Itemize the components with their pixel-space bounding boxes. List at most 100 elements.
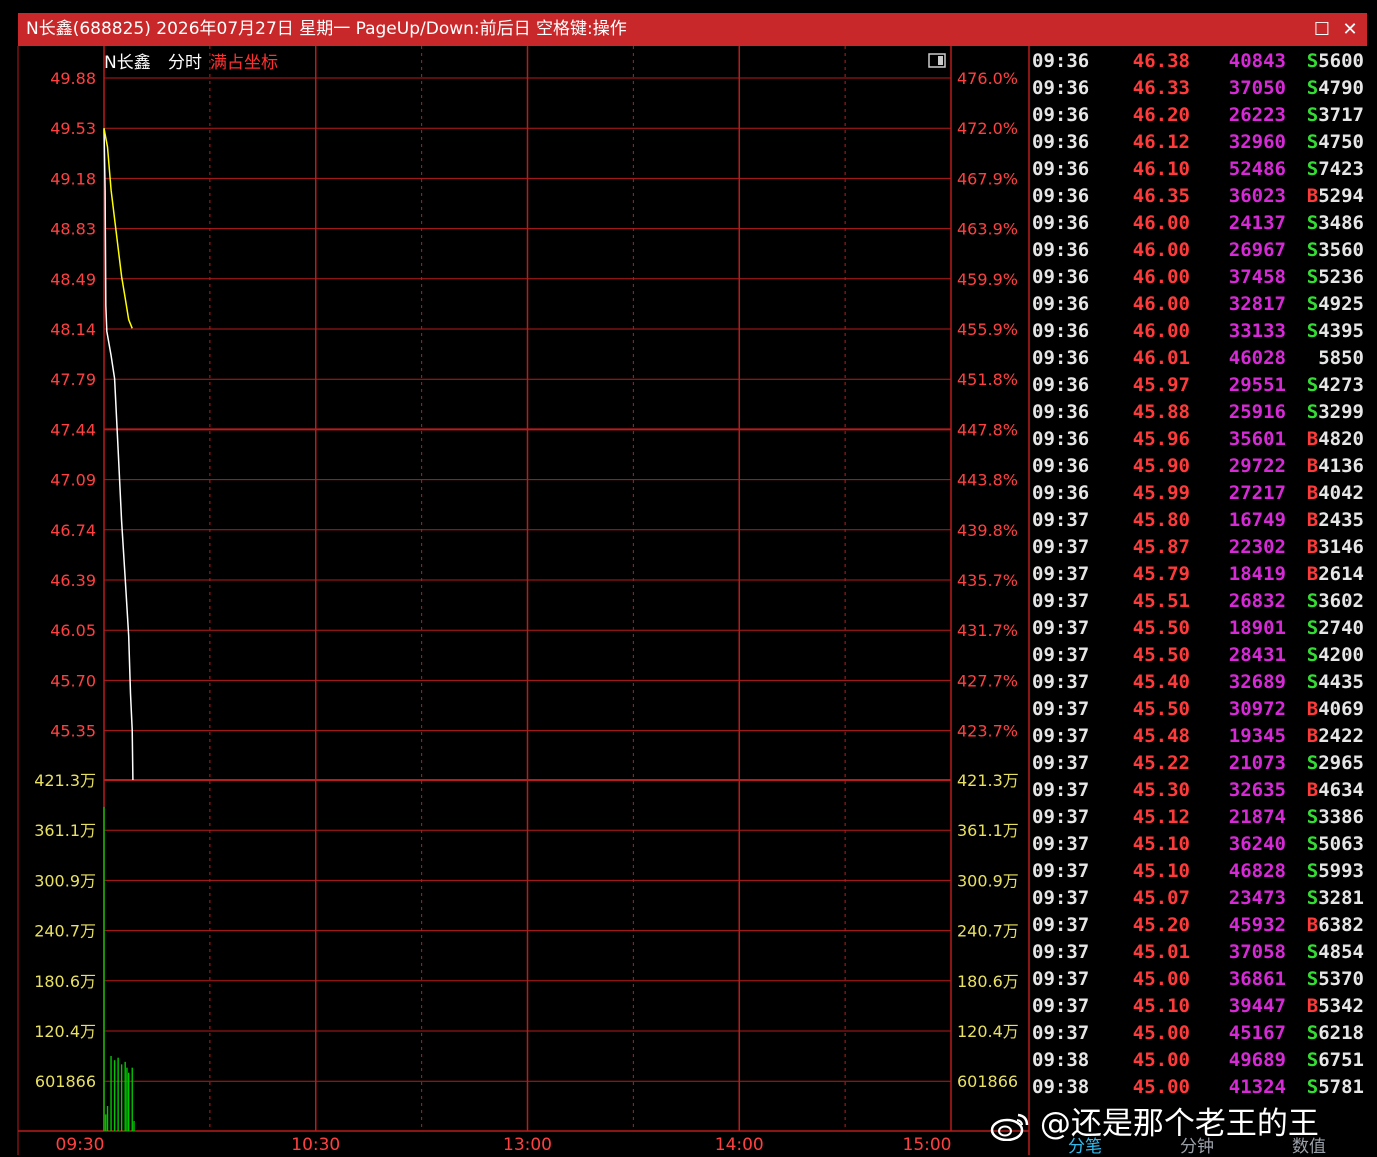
tick-bs: B4069 xyxy=(1306,698,1364,720)
price-tick-label: 45.35 xyxy=(50,722,96,741)
pct-tick-label: 472.0% xyxy=(957,119,1018,138)
tick-time: 09:36 xyxy=(1032,104,1090,126)
tick-bs: B4634 xyxy=(1306,779,1364,801)
volume-tick-label: 240.7万 xyxy=(34,922,96,941)
tick-price: 45.01 xyxy=(1132,941,1190,963)
tick-volume: 25916 xyxy=(1228,401,1286,423)
tick-time: 09:36 xyxy=(1032,50,1090,72)
tick-row: 09:37 45.50 30972 B4069 xyxy=(1030,696,1370,723)
tick-volume: 40843 xyxy=(1228,50,1286,72)
tick-bs: S7423 xyxy=(1306,158,1364,180)
tick-row: 09:37 45.22 21073 S2965 xyxy=(1030,750,1370,777)
tick-volume: 21073 xyxy=(1228,752,1286,774)
tick-bs: S4854 xyxy=(1306,941,1364,963)
tick-price: 46.35 xyxy=(1132,185,1190,207)
tick-time: 09:37 xyxy=(1032,509,1090,531)
tick-volume: 32689 xyxy=(1228,671,1286,693)
price-tick-label: 46.74 xyxy=(50,521,96,540)
tick-bs: B2422 xyxy=(1306,725,1364,747)
close-icon[interactable]: ✕ xyxy=(1336,13,1364,46)
pct-tick-label: 435.7% xyxy=(957,571,1018,590)
pct-tick-label: 443.8% xyxy=(957,471,1018,490)
tick-bs: S4273 xyxy=(1306,374,1364,396)
tick-price: 45.50 xyxy=(1132,644,1190,666)
tick-bs: S5370 xyxy=(1306,968,1364,990)
maximize-icon[interactable]: ☐ xyxy=(1308,13,1336,46)
tick-row: 09:37 45.79 18419 B2614 xyxy=(1030,561,1370,588)
volume-tick-label: 120.4万 xyxy=(34,1022,96,1041)
volume-tick-label-right: 361.1万 xyxy=(957,821,1019,840)
tick-bs: S4925 xyxy=(1306,293,1364,315)
pct-tick-label: 451.8% xyxy=(957,370,1018,389)
volume-tick-label-right: 180.6万 xyxy=(957,972,1019,991)
tick-row: 09:36 45.88 25916 S3299 xyxy=(1030,399,1370,426)
tick-bs: B2614 xyxy=(1306,563,1364,585)
tick-price: 45.80 xyxy=(1132,509,1190,531)
tick-row: 09:36 46.00 33133 S4395 xyxy=(1030,318,1370,345)
tick-time: 09:37 xyxy=(1032,914,1090,936)
pct-tick-label: 455.9% xyxy=(957,320,1018,339)
tick-volume: 19345 xyxy=(1228,725,1286,747)
tick-row: 09:37 45.48 19345 B2422 xyxy=(1030,723,1370,750)
tick-row: 09:37 45.10 39447 B5342 xyxy=(1030,993,1370,1020)
tick-row: 09:37 45.20 45932 B6382 xyxy=(1030,912,1370,939)
tick-time: 09:37 xyxy=(1032,671,1090,693)
tick-time: 09:37 xyxy=(1032,995,1090,1017)
pct-tick-label: 447.8% xyxy=(957,420,1018,439)
tick-price: 46.00 xyxy=(1132,320,1190,342)
watermark: @还是那个老王的王 xyxy=(990,1098,1319,1143)
price-tick-label: 46.05 xyxy=(50,621,96,640)
tick-price: 45.97 xyxy=(1132,374,1190,396)
tick-price: 45.00 xyxy=(1132,1076,1190,1098)
tick-volume: 30972 xyxy=(1228,698,1286,720)
price-tick-label: 49.18 xyxy=(50,169,96,188)
tick-bs: B2435 xyxy=(1306,509,1364,531)
tick-volume: 45167 xyxy=(1228,1022,1286,1044)
tick-bs: B3146 xyxy=(1306,536,1364,558)
tick-volume: 36861 xyxy=(1228,968,1286,990)
pct-tick-label: 467.9% xyxy=(957,169,1018,188)
tick-bs: B4136 xyxy=(1306,455,1364,477)
tick-price: 45.50 xyxy=(1132,617,1190,639)
tick-volume: 45932 xyxy=(1228,914,1286,936)
tick-row: 09:37 45.51 26832 S3602 xyxy=(1030,588,1370,615)
tick-price: 45.87 xyxy=(1132,536,1190,558)
pct-tick-label: 463.9% xyxy=(957,220,1018,239)
tick-price: 45.12 xyxy=(1132,806,1190,828)
tick-volume: 26967 xyxy=(1228,239,1286,261)
chart-mode-label: 分时 xyxy=(168,53,202,73)
tick-time: 09:36 xyxy=(1032,455,1090,477)
tick-price: 45.50 xyxy=(1132,698,1190,720)
tick-volume: 39447 xyxy=(1228,995,1286,1017)
tick-bs: S6218 xyxy=(1306,1022,1364,1044)
tick-time: 09:37 xyxy=(1032,779,1090,801)
volume-tick-label: 421.3万 xyxy=(34,771,96,790)
time-tick-label: 09:30 xyxy=(56,1135,105,1155)
tick-volume: 23473 xyxy=(1228,887,1286,909)
tick-bs: S6751 xyxy=(1306,1049,1364,1071)
tick-row: 09:37 45.50 28431 S4200 xyxy=(1030,642,1370,669)
tick-volume: 18901 xyxy=(1228,617,1286,639)
tick-price: 45.22 xyxy=(1132,752,1190,774)
tick-price: 46.10 xyxy=(1132,158,1190,180)
price-tick-label: 47.44 xyxy=(50,420,96,439)
tick-list: 09:36 46.38 40843 S5600 09:36 46.33 37050 S4790… xyxy=(1030,48,1370,1108)
tick-time: 09:36 xyxy=(1032,77,1090,99)
scale-option-link[interactable]: 满占坐标 xyxy=(210,53,278,73)
panel-toggle-icon[interactable] xyxy=(928,53,946,68)
tick-row: 09:36 45.96 35601 B4820 xyxy=(1030,426,1370,453)
intraday-chart[interactable]: 49.88 476.0% 49.53 472.0% 49.18 467.9% 48.83 46… xyxy=(0,46,1030,1155)
tick-volume: 29722 xyxy=(1228,455,1286,477)
tick-time: 09:37 xyxy=(1032,968,1090,990)
tick-row: 09:37 45.30 32635 B4634 xyxy=(1030,777,1370,804)
tick-time: 09:37 xyxy=(1032,941,1090,963)
tick-bs: B4042 xyxy=(1306,482,1364,504)
window-titlebar: N长鑫(688825) 2026年07月27日 星期一 PageUp/Down:… xyxy=(18,13,1367,46)
tick-row: 09:37 45.87 22302 B3146 xyxy=(1030,534,1370,561)
tick-volume: 26832 xyxy=(1228,590,1286,612)
tick-time: 09:36 xyxy=(1032,293,1090,315)
volume-tick-label: 601866 xyxy=(35,1072,96,1091)
tick-time: 09:36 xyxy=(1032,401,1090,423)
tick-bs: S3281 xyxy=(1306,887,1364,909)
volume-tick-label-right: 421.3万 xyxy=(957,771,1019,790)
